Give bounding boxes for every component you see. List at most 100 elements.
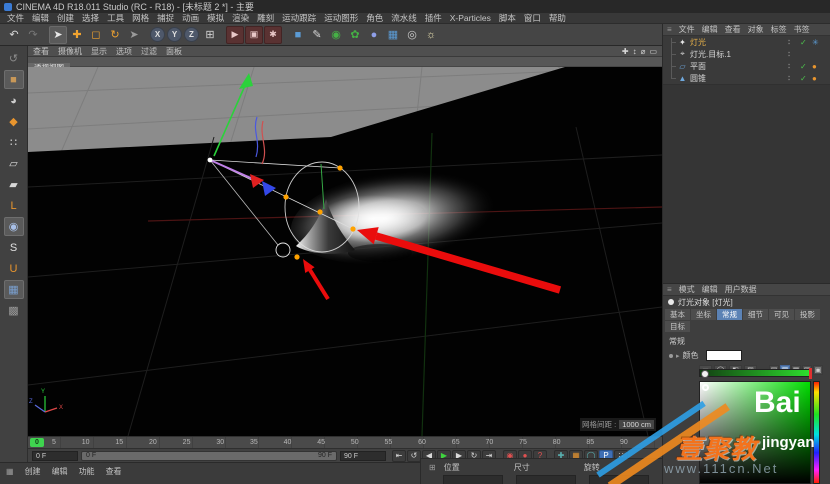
object-manager-menu-icon[interactable]: ≡: [667, 25, 672, 34]
menu-item[interactable]: 模拟: [203, 12, 228, 24]
view-maximize-icon[interactable]: ▭: [649, 47, 657, 56]
rotation-field[interactable]: [589, 475, 649, 484]
menu-item[interactable]: X-Particles: [446, 13, 495, 23]
primitive-cube-icon[interactable]: ■: [289, 26, 307, 44]
workplane-grid-icon[interactable]: ▦: [4, 280, 24, 299]
object-icon[interactable]: ✦: [677, 38, 688, 47]
material-menu-icon[interactable]: ▦: [6, 467, 14, 476]
coordinate-menu-icon[interactable]: ⊞: [429, 463, 436, 472]
menu-item[interactable]: 运动图形: [320, 12, 362, 24]
menu-item[interactable]: 创建: [53, 12, 78, 24]
object-icon[interactable]: ▱: [677, 62, 688, 71]
strip-knob[interactable]: [701, 370, 709, 378]
play-preview-button[interactable]: ↺: [407, 450, 421, 462]
rotate-icon[interactable]: ↻: [106, 26, 124, 44]
attribute-menu-item[interactable]: 用户数据: [725, 284, 757, 295]
polygons-mode-icon[interactable]: ▰: [4, 175, 24, 194]
timeline-range-slider[interactable]: 0 F 90 F: [81, 451, 337, 461]
scale-icon[interactable]: ◻: [87, 26, 105, 44]
menu-item[interactable]: 动画: [178, 12, 203, 24]
object-icon[interactable]: ▲: [677, 74, 688, 83]
workplane-mode-icon[interactable]: ◆: [4, 112, 24, 131]
viewport-menu-item[interactable]: 过滤: [141, 46, 157, 57]
object-manager-menu-item[interactable]: 对象: [748, 24, 764, 35]
move-icon[interactable]: ✚: [68, 26, 86, 44]
camera-icon[interactable]: ◎: [403, 26, 421, 44]
menu-item[interactable]: 文件: [3, 12, 28, 24]
object-label[interactable]: 圆锥: [690, 73, 788, 84]
object-label[interactable]: 灯光: [690, 37, 788, 48]
object-label[interactable]: 平面: [690, 61, 788, 72]
points-mode-icon[interactable]: ∷: [4, 133, 24, 152]
visibility-dots[interactable]: ∶: [788, 50, 800, 59]
menu-item[interactable]: 选择: [78, 12, 103, 24]
material-menu-item[interactable]: 创建: [25, 466, 41, 477]
object-cone[interactable]: ▲ 圆锥 ∶ ✓ ●: [663, 72, 830, 84]
material-menu-item[interactable]: 编辑: [52, 466, 68, 477]
enabled-check-icon[interactable]: ✓: [800, 38, 812, 47]
viewport-menu-item[interactable]: 面板: [166, 46, 182, 57]
attribute-menu-item[interactable]: 模式: [679, 284, 695, 295]
position-field[interactable]: [443, 475, 503, 484]
object-manager-empty-area[interactable]: [663, 84, 830, 283]
object-manager-menu-item[interactable]: 文件: [679, 24, 695, 35]
lock-x-icon[interactable]: X: [150, 27, 165, 42]
attribute-menu-icon[interactable]: ≡: [667, 285, 672, 294]
viewport-solo-icon[interactable]: ◉: [4, 217, 24, 236]
menu-item[interactable]: 雕刻: [253, 12, 278, 24]
visibility-dots[interactable]: ∶: [788, 62, 800, 71]
keyframe-dot-icon[interactable]: [669, 354, 673, 358]
object-plane[interactable]: ▱ 平面 ∶ ✓ ●: [663, 60, 830, 72]
floor-icon[interactable]: ▦: [384, 26, 402, 44]
view-zoom-icon[interactable]: ↕: [633, 47, 637, 56]
viewport-menu-item[interactable]: 查看: [33, 46, 49, 57]
material-menu-item[interactable]: 功能: [79, 466, 95, 477]
magnet-icon[interactable]: U: [4, 259, 24, 278]
menu-item[interactable]: 脚本: [495, 12, 520, 24]
viewport-menu-item[interactable]: 显示: [91, 46, 107, 57]
visibility-dots[interactable]: ∶: [788, 38, 800, 47]
menu-item[interactable]: 角色: [362, 12, 387, 24]
goto-start-button[interactable]: ⇤: [392, 450, 406, 462]
object-manager-menu-item[interactable]: 书签: [794, 24, 810, 35]
snap-icon[interactable]: S: [4, 238, 24, 257]
attribute-tab[interactable]: 基本: [665, 309, 690, 320]
saturation-value-picker[interactable]: [699, 381, 811, 484]
redo-icon[interactable]: ↷: [24, 26, 42, 44]
object-label[interactable]: 灯光.目标.1: [690, 49, 788, 60]
spline-pen-icon[interactable]: ✎: [308, 26, 326, 44]
menu-item[interactable]: 网格: [128, 12, 153, 24]
color-swatch[interactable]: [706, 350, 742, 361]
deformer-icon[interactable]: ●: [365, 26, 383, 44]
object-tag-icon[interactable]: ●: [812, 62, 830, 71]
menu-item[interactable]: 编辑: [28, 12, 53, 24]
menu-item[interactable]: 帮助: [545, 12, 570, 24]
attribute-tab[interactable]: 细节: [743, 309, 768, 320]
attribute-tab[interactable]: 坐标: [691, 309, 716, 320]
convert-icon[interactable]: ↺: [4, 49, 24, 68]
live-selection-icon[interactable]: ➤: [49, 26, 67, 44]
menu-item[interactable]: 插件: [421, 12, 446, 24]
size-field[interactable]: [516, 475, 576, 484]
timeline-playhead[interactable]: 0: [30, 438, 44, 447]
lock-z-icon[interactable]: Z: [184, 27, 199, 42]
attribute-tab[interactable]: 目标: [665, 321, 690, 332]
mograph-icon[interactable]: ✿: [346, 26, 364, 44]
lock-y-icon[interactable]: Y: [167, 27, 182, 42]
toggle-swatch-icon[interactable]: ▣: [813, 365, 823, 375]
render-view-icon[interactable]: ▶: [226, 26, 244, 44]
object-manager-menu-item[interactable]: 编辑: [702, 24, 718, 35]
menu-item[interactable]: 工具: [103, 12, 128, 24]
viewport-menu-item[interactable]: 摄像机: [58, 46, 82, 57]
menu-item[interactable]: 运动跟踪: [278, 12, 320, 24]
model-mode-icon[interactable]: ■: [4, 70, 24, 89]
edges-mode-icon[interactable]: ▱: [4, 154, 24, 173]
timeline-ruler[interactable]: 0 51015202530354045505560657075808590: [28, 436, 662, 448]
menu-item[interactable]: 流水线: [387, 12, 421, 24]
object-tag-icon[interactable]: ✳: [812, 38, 830, 47]
current-frame-field[interactable]: 0 F: [32, 451, 78, 461]
object-light[interactable]: ✦ 灯光 ∶ ✓ ✳: [663, 36, 830, 48]
expand-caret-icon[interactable]: ▸: [676, 352, 680, 360]
render-settings-icon[interactable]: ✱: [264, 26, 282, 44]
object-tag-icon[interactable]: ●: [812, 74, 830, 83]
